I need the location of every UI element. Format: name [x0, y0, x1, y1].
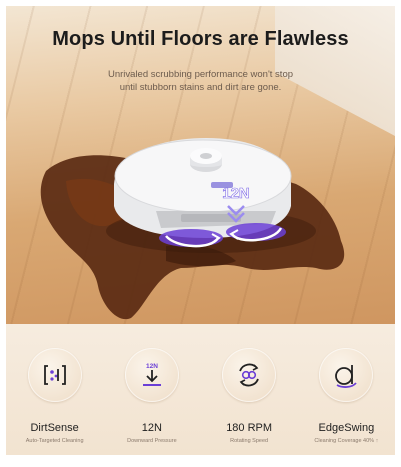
- subtitle-line-1: Unrivaled scrubbing performance won't st…: [107, 69, 294, 80]
- rotating-speed-icon: [222, 348, 277, 402]
- product-banner: 12N Mops Until Floors are Flawless Unriv…: [6, 6, 395, 455]
- feature-pressure: 12N 12N Downward Pressure: [103, 324, 200, 455]
- feature-name: 180 RPM: [226, 422, 273, 434]
- feature-description: Downward Pressure: [127, 438, 177, 444]
- feature-name: 12N: [141, 422, 162, 434]
- feature-edgeswing: EdgeSwing Cleaning Coverage 40% ↑: [298, 324, 395, 455]
- feature-rotation: 180 RPM Rotating Speed: [201, 324, 298, 455]
- hero-scene: 12N Mops Until Floors are Flawless Unriv…: [6, 6, 395, 324]
- subtitle-line-2: until stubborn stains and dirt are gone.: [119, 82, 282, 93]
- page-title: Mops Until Floors are Flawless: [52, 28, 349, 50]
- feature-row: DirtSense Auto-Targeted Cleaning 12N 12N…: [6, 324, 395, 455]
- robot-pressure-label: 12N: [222, 185, 250, 202]
- edge-swing-icon: [319, 348, 374, 402]
- downward-pressure-icon: 12N: [124, 348, 179, 402]
- robot-illustration: 12N: [40, 138, 345, 320]
- feature-name: EdgeSwing: [318, 422, 375, 434]
- dirt-sense-icon: [27, 348, 82, 402]
- page-subtitle: Unrivaled scrubbing performance won't st…: [66, 68, 335, 94]
- pressure-icon-label: 12N: [146, 363, 158, 370]
- feature-description: Rotating Speed: [230, 438, 269, 444]
- feature-dirtsense: DirtSense Auto-Targeted Cleaning: [6, 324, 103, 455]
- feature-name: DirtSense: [30, 422, 79, 434]
- feature-description: Cleaning Coverage 40% ↑: [314, 438, 379, 444]
- feature-description: Auto-Targeted Cleaning: [25, 438, 84, 444]
